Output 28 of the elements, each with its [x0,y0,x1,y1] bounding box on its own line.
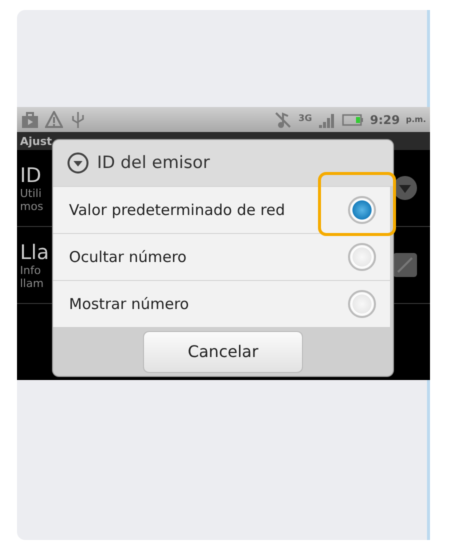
cancel-button[interactable]: Cancelar [143,330,303,372]
item-title: ID [20,163,42,187]
header-title: Ajust [20,134,52,148]
option-label: Mostrar número [69,295,189,313]
item-summary: Info [20,264,41,277]
battery-icon [342,114,364,126]
option-row[interactable]: Ocultar número [53,233,390,280]
time-suffix: p.m. [406,115,426,124]
item-summary: mos [20,200,44,213]
bag-icon [21,110,39,128]
warning-icon [45,110,63,128]
item-title: Lla [20,240,49,264]
option-label: Ocultar número [69,248,187,266]
usb-icon [69,110,87,128]
status-time: 9:29 [370,112,400,126]
item-summary: Utili [20,187,42,200]
dropdown-icon [67,152,89,174]
radio-button[interactable] [348,290,376,318]
radio-button[interactable] [348,243,376,271]
option-row[interactable]: Mostrar número [53,280,390,327]
radio-button[interactable] [348,196,376,224]
option-row[interactable]: Valor predeterminado de red [53,186,390,233]
option-label: Valor predeterminado de red [69,201,285,219]
dialog-title: ID del emisor [97,153,210,173]
item-summary: llam [20,277,44,290]
network-type: 3G [298,115,312,124]
muted-sound-icon [274,110,292,128]
checkbox-icon [392,252,418,278]
